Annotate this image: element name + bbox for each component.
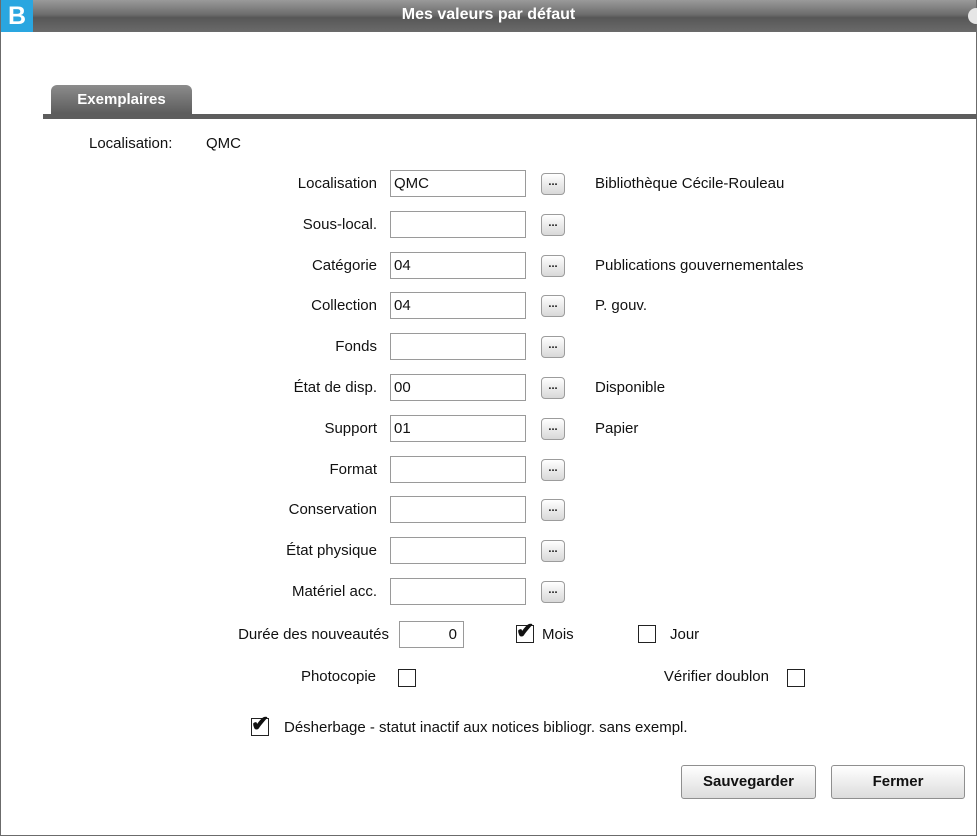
mois-checkbox[interactable]: ✔ — [516, 620, 534, 643]
field-label: Catégorie — [311, 257, 377, 274]
browse-button[interactable]: ... — [541, 336, 565, 358]
field-label: État physique — [286, 542, 377, 559]
close-button[interactable]: Fermer — [831, 765, 965, 799]
field-label: Collection — [311, 297, 377, 314]
browse-button[interactable]: ... — [541, 173, 565, 195]
checkmark-icon: ✔ — [516, 618, 535, 643]
field-description: Publications gouvernementales — [595, 257, 804, 274]
duree-label: Durée des nouveautés — [238, 626, 389, 643]
field-label: Matériel acc. — [291, 583, 377, 600]
browse-button[interactable]: ... — [541, 540, 565, 562]
checkmark-icon: ✔ — [251, 711, 270, 736]
field-description: P. gouv. — [595, 297, 647, 314]
browse-button[interactable]: ... — [541, 377, 565, 399]
field-label: Support — [324, 420, 377, 437]
field-input[interactable]: 01 — [390, 415, 526, 442]
browse-button[interactable]: ... — [541, 581, 565, 603]
browse-button[interactable]: ... — [541, 295, 565, 317]
summary-localisation-label: Localisation: — [89, 135, 173, 152]
desherbage-label: Désherbage - statut inactif aux notices … — [284, 719, 688, 736]
dialog-window: B Mes valeurs par défaut Exemplaires Loc… — [0, 0, 977, 836]
title-bar[interactable]: B Mes valeurs par défaut — [1, 0, 977, 32]
field-input[interactable]: 04 — [390, 252, 526, 279]
field-label: Sous-local. — [302, 216, 377, 233]
window-control-icon[interactable] — [968, 8, 977, 24]
field-input[interactable] — [390, 578, 526, 605]
browse-button[interactable]: ... — [541, 499, 565, 521]
field-label: Format — [329, 461, 377, 478]
field-input[interactable] — [390, 496, 526, 523]
field-input[interactable]: 00 — [390, 374, 526, 401]
field-input[interactable] — [390, 537, 526, 564]
field-input[interactable]: QMC — [390, 170, 526, 197]
field-description: Bibliothèque Cécile-Rouleau — [595, 175, 785, 192]
browse-button[interactable]: ... — [541, 214, 565, 236]
browse-button[interactable]: ... — [541, 255, 565, 277]
duree-input[interactable]: 0 — [399, 621, 464, 648]
field-label: Conservation — [288, 501, 377, 518]
summary-localisation-value: QMC — [206, 135, 241, 152]
field-label: Fonds — [335, 338, 377, 355]
verifier-doublon-label: Vérifier doublon — [663, 668, 769, 685]
field-input[interactable]: 04 — [390, 292, 526, 319]
photocopie-label: Photocopie — [300, 668, 376, 685]
jour-checkbox[interactable] — [638, 625, 656, 643]
verifier-doublon-checkbox[interactable] — [787, 669, 805, 687]
photocopie-checkbox[interactable] — [398, 669, 416, 687]
mois-label: Mois — [542, 626, 574, 643]
field-input[interactable] — [390, 333, 526, 360]
field-description: Disponible — [595, 379, 666, 396]
field-input[interactable] — [390, 456, 526, 483]
field-input[interactable] — [390, 211, 526, 238]
desherbage-checkbox[interactable]: ✔ — [251, 713, 269, 736]
jour-label: Jour — [670, 626, 700, 643]
tab-exemplaires[interactable]: Exemplaires — [51, 85, 192, 114]
field-label: Localisation — [297, 175, 377, 192]
save-button[interactable]: Sauvegarder — [681, 765, 816, 799]
field-label: État de disp. — [293, 379, 377, 396]
window-title: Mes valeurs par défaut — [401, 6, 576, 23]
browse-button[interactable]: ... — [541, 459, 565, 481]
browse-button[interactable]: ... — [541, 418, 565, 440]
field-description: Papier — [595, 420, 639, 437]
tab-divider — [43, 114, 977, 119]
